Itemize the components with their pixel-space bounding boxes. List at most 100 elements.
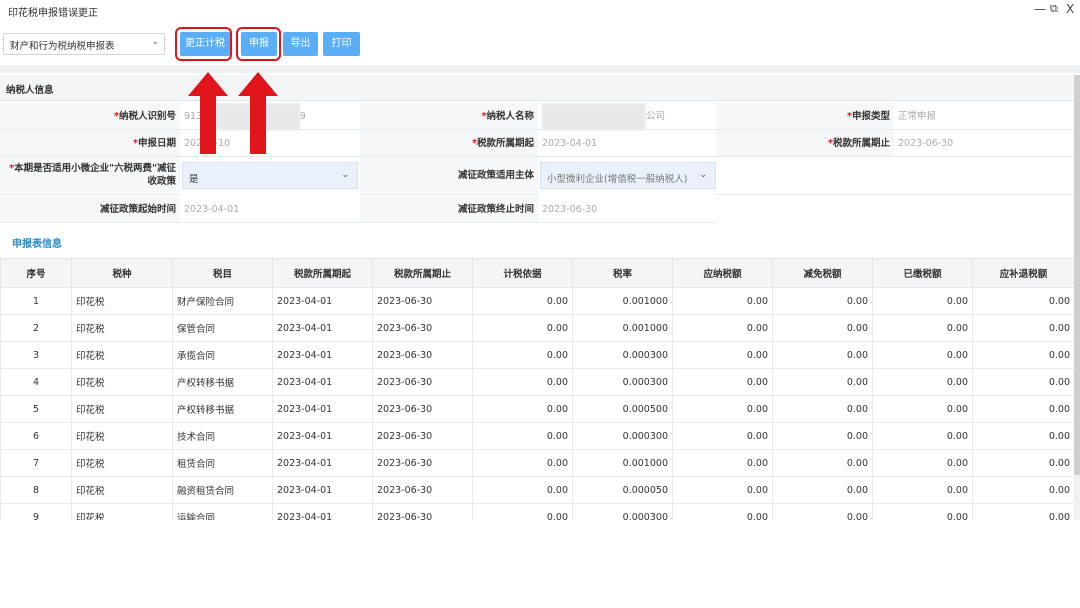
close-icon[interactable]: X bbox=[1066, 2, 1074, 16]
table-cell: 0.00 bbox=[472, 422, 573, 450]
table-cell: 0.00 bbox=[672, 395, 773, 423]
table-cell: 5 bbox=[0, 395, 72, 423]
period-end-label: *税款所属期止 bbox=[716, 130, 894, 157]
table-row[interactable]: 2 印花税 保管合同 2023-04-01 2023-06-30 0.00 0.001000… bbox=[0, 314, 1075, 342]
table-cell: 0.00 bbox=[472, 314, 573, 342]
maximize-icon[interactable]: ⧉ bbox=[1050, 2, 1058, 16]
chevron-down-icon: ⌄ bbox=[151, 37, 159, 47]
policy-subject-value: 小型微利企业(增值税一般纳税人) bbox=[547, 174, 688, 185]
declaration-section-title: 申报表信息 bbox=[12, 239, 62, 250]
table-cell: 融资租赁合同 bbox=[172, 476, 273, 504]
table-header-row: 序号 税种 税目 税款所属期起 税款所属期止 计税依据 税率 应纳税额 减免税额 已缴税额 应补退税… bbox=[0, 258, 1075, 288]
table-cell: 0.00 bbox=[972, 476, 1075, 504]
table-cell: 0.00 bbox=[772, 503, 873, 520]
column-header: 应补退税额 bbox=[972, 258, 1075, 288]
form-type-select[interactable]: 财产和行为税纳税申报表 ⌄ bbox=[3, 33, 165, 55]
table-cell: 0.00 bbox=[772, 368, 873, 396]
table-cell: 0.00 bbox=[472, 341, 573, 369]
table-cell: 0.00 bbox=[872, 449, 973, 477]
table-cell: 2023-04-01 bbox=[272, 476, 373, 504]
policy-subject-label: 减征政策适用主体 bbox=[360, 157, 538, 195]
correct-tax-button[interactable]: 更正计税 bbox=[180, 32, 230, 56]
table-row[interactable]: 6 印花税 技术合同 2023-04-01 2023-06-30 0.00 0.000300… bbox=[0, 422, 1075, 450]
toolbar-divider bbox=[0, 65, 1080, 73]
minimize-icon[interactable]: — bbox=[1034, 2, 1046, 16]
table-cell: 产权转移书据 bbox=[172, 368, 273, 396]
column-header: 计税依据 bbox=[472, 258, 573, 288]
table-row[interactable]: 3 印花税 承揽合同 2023-04-01 2023-06-30 0.00 0.000300… bbox=[0, 341, 1075, 369]
table-cell: 印花税 bbox=[71, 341, 173, 369]
table-cell: 2023-04-01 bbox=[272, 503, 373, 520]
period-start-value: 2023-04-01 bbox=[538, 130, 716, 157]
table-cell: 0.00 bbox=[472, 503, 573, 520]
table-cell: 0.00 bbox=[472, 449, 573, 477]
declaration-table: 序号 税种 税目 税款所属期起 税款所属期止 计税依据 税率 应纳税额 减免税额 已缴税额 应补退税… bbox=[0, 258, 1075, 520]
table-cell: 0.00 bbox=[672, 449, 773, 477]
table-cell: 2023-04-01 bbox=[272, 422, 373, 450]
table-cell: 0.00 bbox=[872, 314, 973, 342]
arrow-up-icon bbox=[188, 72, 228, 154]
table-cell: 0.001000 bbox=[572, 314, 673, 342]
policy-start-label: 减征政策起始时间 bbox=[0, 196, 180, 223]
export-button[interactable]: 导出 bbox=[283, 32, 318, 56]
table-cell: 印花税 bbox=[71, 476, 173, 504]
decl-type-value: 正常申报 bbox=[894, 103, 1074, 130]
column-header: 税种 bbox=[71, 258, 173, 288]
table-cell: 0.00 bbox=[972, 503, 1075, 520]
table-cell: 0.00 bbox=[672, 341, 773, 369]
policy-applicable-select[interactable]: 是 ⌄ bbox=[182, 162, 358, 189]
table-cell: 0.000300 bbox=[572, 341, 673, 369]
table-cell: 印花税 bbox=[71, 503, 173, 520]
vertical-scrollbar[interactable] bbox=[1074, 75, 1080, 520]
print-button[interactable]: 打印 bbox=[323, 32, 360, 56]
table-cell: 0.00 bbox=[872, 395, 973, 423]
table-row[interactable]: 8 印花税 融资租赁合同 2023-04-01 2023-06-30 0.00 0.0000… bbox=[0, 476, 1075, 504]
table-cell: 0.00 bbox=[872, 368, 973, 396]
table-cell: 0.00 bbox=[672, 422, 773, 450]
table-cell: 印花税 bbox=[71, 422, 173, 450]
declare-button[interactable]: 申报 bbox=[241, 32, 277, 56]
scrollbar-thumb[interactable] bbox=[1074, 75, 1080, 475]
table-cell: 0.001000 bbox=[572, 287, 673, 315]
table-cell: 0.00 bbox=[772, 341, 873, 369]
column-header: 应纳税额 bbox=[672, 258, 773, 288]
table-row[interactable]: 7 印花税 租赁合同 2023-04-01 2023-06-30 0.00 0.001000… bbox=[0, 449, 1075, 477]
period-end-value: 2023-06-30 bbox=[894, 130, 1074, 157]
policy-end-value: 2023-06-30 bbox=[538, 196, 716, 223]
decl-type-label: *申报类型 bbox=[716, 103, 894, 130]
table-cell: 0.00 bbox=[872, 503, 973, 520]
policy-start-value: 2023-04-01 bbox=[180, 196, 360, 223]
table-cell: 2023-04-01 bbox=[272, 341, 373, 369]
table-row[interactable]: 4 印花税 产权转移书据 2023-04-01 2023-06-30 0.00 0.0003… bbox=[0, 368, 1075, 396]
table-cell: 0.00 bbox=[972, 287, 1075, 315]
table-cell: 0.00 bbox=[772, 422, 873, 450]
table-cell: 2023-06-30 bbox=[372, 395, 473, 423]
table-row[interactable]: 1 印花税 财产保险合同 2023-04-01 2023-06-30 0.00 0.0010… bbox=[0, 287, 1075, 315]
table-cell: 承揽合同 bbox=[172, 341, 273, 369]
table-cell: 2023-06-30 bbox=[372, 287, 473, 315]
table-cell: 0.00 bbox=[972, 422, 1075, 450]
policy-subject-select[interactable]: 小型微利企业(增值税一般纳税人) ⌄ bbox=[540, 162, 716, 189]
table-cell: 0.00 bbox=[472, 368, 573, 396]
table-cell: 7 bbox=[0, 449, 72, 477]
table-row[interactable]: 9 印花税 运输合同 2023-04-01 2023-06-30 0.00 0.000300… bbox=[0, 503, 1075, 520]
table-cell: 2023-06-30 bbox=[372, 449, 473, 477]
table-row[interactable]: 5 印花税 产权转移书据 2023-04-01 2023-06-30 0.00 0.0005… bbox=[0, 395, 1075, 423]
table-cell: 0.000050 bbox=[572, 476, 673, 504]
table-cell: 产权转移书据 bbox=[172, 395, 273, 423]
table-cell: 0.00 bbox=[872, 476, 973, 504]
taxpayer-name-label: *纳税人名称 bbox=[360, 103, 538, 130]
table-cell: 0.00 bbox=[472, 476, 573, 504]
table-cell: 6 bbox=[0, 422, 72, 450]
table-cell: 0.00 bbox=[972, 368, 1075, 396]
window-title: 印花税申报错误更正 bbox=[8, 8, 98, 19]
table-cell: 2023-06-30 bbox=[372, 503, 473, 520]
table-cell: 0.000300 bbox=[572, 422, 673, 450]
table-cell: 2 bbox=[0, 314, 72, 342]
table-cell: 0.001000 bbox=[572, 449, 673, 477]
table-cell: 技术合同 bbox=[172, 422, 273, 450]
table-cell: 0.00 bbox=[972, 314, 1075, 342]
table-cell: 0.00 bbox=[472, 287, 573, 315]
table-cell: 0.00 bbox=[672, 476, 773, 504]
table-cell: 0.00 bbox=[772, 287, 873, 315]
